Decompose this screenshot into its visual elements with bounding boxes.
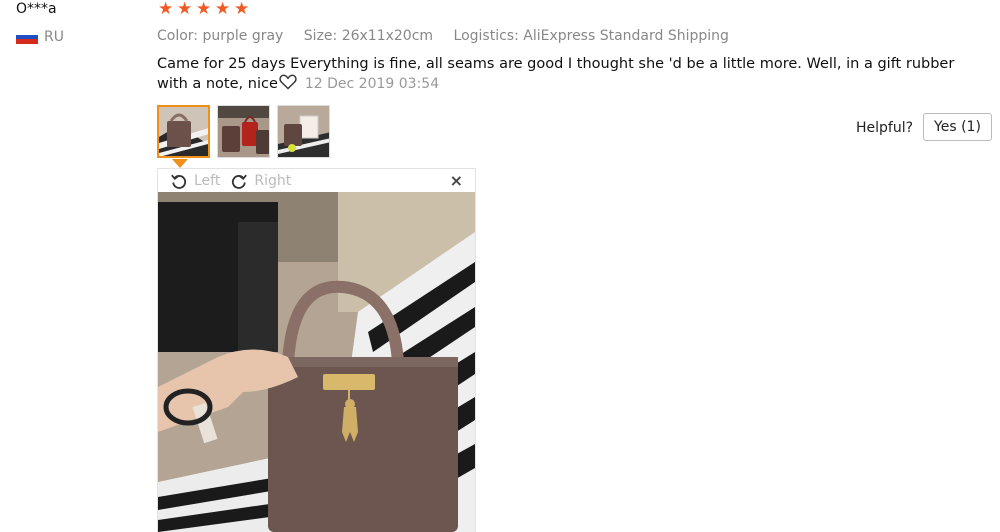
viewer-toolbar: Left Right × (158, 169, 475, 192)
russia-flag-icon (16, 30, 38, 45)
meta-size: Size: 26x11x20cm (303, 28, 434, 44)
image-viewer: Left Right × (157, 168, 476, 532)
helpful-yes-button[interactable]: Yes (1) (923, 113, 992, 141)
rating-stars: ★ ★ ★ ★ ★ (158, 0, 250, 19)
review-date: 12 Dec 2019 03:54 (304, 76, 440, 92)
country-code: RU (44, 29, 64, 45)
reviewer-country: RU (16, 29, 64, 45)
enlarged-review-photo (158, 192, 475, 532)
star-icon: ★ (215, 0, 231, 19)
thumbnail-photo-3[interactable] (277, 105, 330, 158)
rotate-right-icon (232, 174, 248, 189)
rotate-right-label: Right (254, 172, 292, 189)
star-icon: ★ (177, 0, 193, 19)
helpful-label: Helpful? (856, 120, 914, 136)
rotate-left-button[interactable]: Left (170, 172, 220, 190)
thumbnail-photo-2[interactable] (217, 105, 270, 158)
review-body: Came for 25 days Everything is fine, all… (157, 54, 957, 96)
meta-color: Color: purple gray (157, 28, 284, 44)
close-viewer-button[interactable]: × (450, 173, 463, 189)
helpful-section: Helpful? Yes (1) (856, 113, 992, 141)
star-icon: ★ (234, 0, 250, 19)
rotate-left-icon (171, 174, 187, 189)
heart-icon[interactable] (279, 74, 297, 96)
rotate-left-label: Left (194, 172, 221, 189)
reviewer-name: O***a (16, 1, 57, 17)
review-text: Came for 25 days Everything is fine, all… (157, 56, 955, 92)
thumbnail-selection-pointer (172, 159, 188, 168)
star-icon: ★ (158, 0, 174, 19)
thumbnail-photo-1[interactable] (157, 105, 210, 158)
star-icon: ★ (196, 0, 212, 19)
rotate-right-button[interactable]: Right (230, 172, 291, 190)
order-meta: Color: purple gray Size: 26x11x20cm Logi… (157, 28, 745, 44)
review-thumbnails (157, 105, 330, 158)
meta-logistics: Logistics: AliExpress Standard Shipping (453, 28, 729, 44)
